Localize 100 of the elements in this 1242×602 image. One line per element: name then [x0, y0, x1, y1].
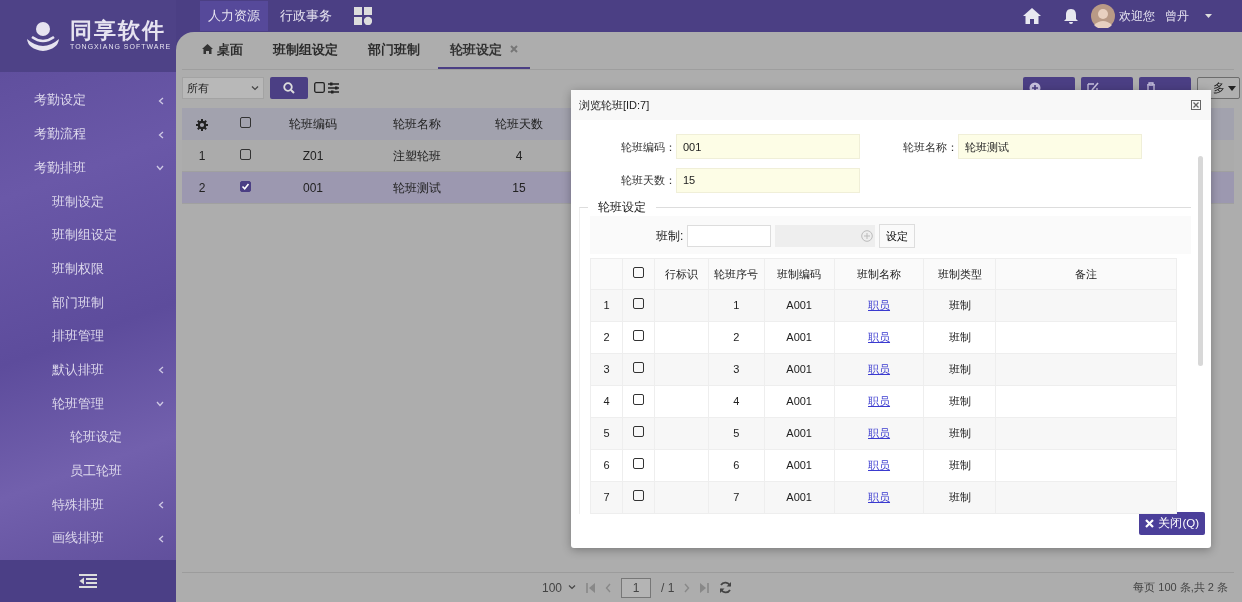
column-header[interactable]: 轮班名称 — [358, 115, 475, 133]
link[interactable]: 职员 — [868, 299, 890, 312]
input-field[interactable]: 15 — [676, 167, 860, 193]
user-name[interactable]: 曾丹 — [1165, 7, 1189, 25]
sidebar-item[interactable]: 默认排班 — [0, 353, 176, 388]
column-header[interactable]: 轮班编码 — [268, 115, 358, 133]
column-header[interactable]: 行标识 — [654, 258, 709, 290]
filter-dropdown[interactable]: 所有 — [182, 77, 264, 99]
tab[interactable]: 班制组设定 — [261, 39, 350, 69]
dialog-title: 浏览轮班[ID:7] — [579, 97, 650, 113]
sidebar-item[interactable]: 班制设定 — [0, 185, 176, 219]
checkbox[interactable] — [632, 330, 644, 342]
sidebar-item[interactable]: 轮班管理 — [0, 387, 176, 421]
scrollbar[interactable] — [1198, 156, 1203, 366]
link[interactable]: 职员 — [868, 363, 890, 376]
row-number: 6 — [603, 459, 610, 472]
nav-tab[interactable]: 行政事务 — [272, 0, 340, 32]
column-header[interactable]: 班制编码 — [764, 258, 835, 290]
link[interactable]: 职员 — [868, 395, 890, 408]
field-label: 轮班编码： — [620, 139, 676, 155]
refresh-icon[interactable] — [719, 581, 733, 594]
sidebar-item[interactable]: 考勤排班 — [0, 151, 176, 186]
page-summary: 每页 100 条,共 2 条 — [1133, 580, 1228, 596]
row-number: 4 — [603, 395, 610, 408]
tab[interactable]: 部门班制 — [356, 39, 432, 69]
avatar[interactable] — [1091, 4, 1115, 28]
column-header[interactable]: 班制类型 — [923, 258, 996, 290]
set-button[interactable]: 设定 — [879, 224, 916, 248]
table-cell: 15 — [512, 180, 526, 195]
column-header[interactable]: 轮班天数 — [475, 115, 563, 133]
tab[interactable]: 桌面 — [190, 39, 255, 69]
table-cell: A001 — [786, 395, 812, 408]
table-cell: 班制 — [948, 331, 971, 344]
logo-title: 同享软件 — [70, 19, 167, 42]
bell-icon[interactable] — [1063, 7, 1079, 25]
settings-icon[interactable] — [196, 118, 208, 131]
checkbox[interactable] — [632, 394, 644, 406]
table-cell: 班制 — [948, 395, 971, 408]
checkbox[interactable] — [632, 298, 644, 310]
sidebar-item[interactable]: 班制权限 — [0, 252, 176, 287]
sidebar-item[interactable]: 考勤设定 — [0, 84, 176, 118]
link[interactable]: 职员 — [868, 459, 890, 472]
table-cell: 7 — [733, 491, 740, 504]
row-number: 3 — [603, 363, 610, 376]
page-input[interactable]: 1 — [621, 577, 652, 598]
table-cell: 班制 — [948, 459, 971, 472]
menu-collapse-icon[interactable] — [79, 574, 97, 588]
checkbox[interactable] — [632, 362, 644, 374]
checkbox[interactable] — [632, 266, 644, 278]
caret-down-icon — [1228, 85, 1236, 91]
link[interactable]: 职员 — [868, 427, 890, 440]
link[interactable]: 职员 — [868, 331, 890, 344]
close-button[interactable]: 关闭(Q) — [1139, 512, 1205, 536]
table-cell: A001 — [786, 299, 812, 312]
sidebar-item[interactable]: 班制组设定 — [0, 218, 176, 253]
input-field[interactable]: 001 — [676, 134, 860, 160]
checkbox[interactable] — [239, 148, 251, 160]
table-cell: 1 — [733, 299, 740, 312]
table-cell: 2 — [733, 331, 740, 344]
input-field[interactable] — [687, 225, 772, 247]
field-label: 班制: — [656, 228, 684, 245]
checkbox[interactable] — [632, 458, 644, 470]
link[interactable]: 职员 — [868, 491, 890, 504]
page-size-dropdown[interactable]: 100 — [542, 578, 577, 597]
home-icon[interactable] — [1023, 8, 1041, 24]
caret-down-icon[interactable] — [1205, 14, 1212, 18]
row-number: 1 — [198, 148, 206, 163]
column-header[interactable]: 备注 — [995, 258, 1177, 290]
sidebar-item[interactable]: 轮班设定 — [0, 420, 176, 455]
page-count: / 1 — [661, 579, 675, 597]
close-icon[interactable] — [1191, 100, 1201, 110]
apps-icon[interactable] — [354, 7, 372, 25]
nav-tab[interactable]: 人力资源 — [200, 0, 268, 32]
tab[interactable]: 轮班设定 — [438, 39, 530, 69]
checkbox[interactable] — [632, 426, 644, 438]
column-toggle-icon[interactable] — [314, 82, 340, 94]
input-field[interactable]: 轮班测试 — [958, 134, 1142, 160]
table-cell: 班制 — [948, 299, 971, 312]
table-cell: 001 — [303, 180, 323, 195]
column-header[interactable]: 班制名称 — [834, 258, 924, 290]
search-button[interactable] — [270, 77, 308, 99]
sidebar-item[interactable]: 考勤流程 — [0, 117, 176, 152]
table-cell: A001 — [786, 491, 812, 504]
sidebar-item[interactable]: 排班管理 — [0, 319, 176, 354]
table-cell: 4 — [515, 148, 523, 163]
sidebar-item[interactable]: 特殊排班 — [0, 488, 176, 522]
sidebar-item[interactable]: 员工轮班 — [0, 454, 176, 489]
column-header[interactable]: 轮班序号 — [708, 258, 765, 290]
table-cell: 班制 — [948, 427, 971, 440]
welcome-text: 欢迎您 — [1119, 8, 1155, 25]
checkbox[interactable] — [239, 117, 251, 128]
table-cell: 5 — [733, 427, 740, 440]
sidebar-item[interactable]: 画线排班 — [0, 521, 176, 556]
row-number: 2 — [198, 180, 206, 195]
table-cell: 班制 — [948, 491, 971, 504]
checkbox[interactable] — [632, 490, 644, 502]
sidebar-item[interactable]: 部门班制 — [0, 286, 176, 320]
lookup-field[interactable] — [775, 225, 876, 247]
checked-checkbox[interactable] — [239, 180, 251, 192]
field-label: 轮班名称： — [902, 139, 958, 155]
